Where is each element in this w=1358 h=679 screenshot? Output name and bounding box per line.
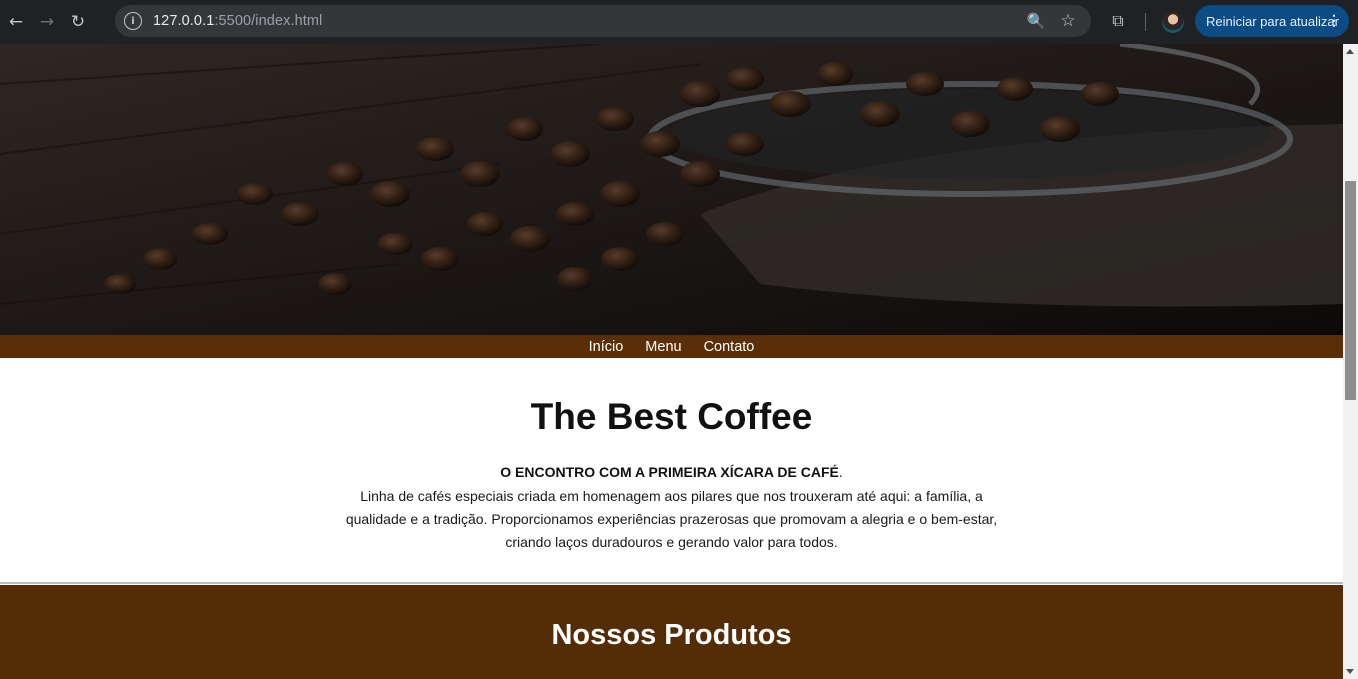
page-title: The Best Coffee <box>530 396 813 437</box>
page-scrollbar[interactable] <box>1343 44 1358 679</box>
browser-toolbar: ← → ↻ i 127.0.0.1:5500/index.html 🔍 ☆ ⧉ … <box>0 0 1358 44</box>
bookmark-star-icon[interactable]: ☆ <box>1059 11 1077 31</box>
intro-tagline-bold: O ENCONTRO COM A PRIMEIRA XÍCARA DE CAFÉ <box>500 464 839 480</box>
main-nav: Início Menu Contato <box>0 335 1343 358</box>
url-path: :5500/index.html <box>214 13 323 29</box>
products-section: Nossos Produtos <box>0 585 1343 679</box>
page-viewport: Início Menu Contato The Best Coffee O EN… <box>0 44 1343 679</box>
profile-avatar[interactable] <box>1162 11 1184 33</box>
nav-link-inicio[interactable]: Início <box>589 339 624 355</box>
coffee-beans-illustration <box>0 44 1343 335</box>
scroll-down-arrow-icon[interactable] <box>1346 669 1354 674</box>
restart-to-update-button[interactable]: Reiniciar para atualizar ⋮ <box>1195 5 1349 37</box>
nav-link-contato[interactable]: Contato <box>704 339 755 355</box>
intro-tagline: O ENCONTRO COM A PRIMEIRA XÍCARA DE CAFÉ… <box>0 464 1343 480</box>
toolbar-divider <box>1145 13 1146 31</box>
intro-description: Linha de cafés especiais criada em homen… <box>345 488 998 550</box>
url-host: 127.0.0.1 <box>153 13 215 29</box>
site-info-icon[interactable]: i <box>124 12 142 30</box>
back-icon[interactable]: ← <box>2 8 30 36</box>
scroll-up-arrow-icon[interactable] <box>1346 49 1354 54</box>
nav-link-menu[interactable]: Menu <box>645 339 681 355</box>
intro-section: The Best Coffee O ENCONTRO COM A PRIMEIR… <box>0 358 1343 583</box>
zoom-icon[interactable]: 🔍 <box>1027 12 1046 30</box>
products-title: Nossos Produtos <box>551 619 792 651</box>
address-bar[interactable]: i 127.0.0.1:5500/index.html 🔍 ☆ <box>115 5 1091 37</box>
forward-icon[interactable]: → <box>33 8 61 36</box>
url-text[interactable]: 127.0.0.1:5500/index.html <box>153 13 322 29</box>
section-divider <box>0 582 1343 584</box>
intro-tagline-end: . <box>838 464 843 480</box>
restart-to-update-label: Reiniciar para atualizar <box>1206 13 1339 29</box>
extensions-icon[interactable]: ⧉ <box>1108 11 1128 31</box>
browser-menu-icon[interactable]: ⋮ <box>1327 12 1341 29</box>
reload-icon[interactable]: ↻ <box>64 8 92 36</box>
hero-coffee-image <box>0 44 1343 335</box>
scrollbar-thumb[interactable] <box>1345 181 1356 400</box>
